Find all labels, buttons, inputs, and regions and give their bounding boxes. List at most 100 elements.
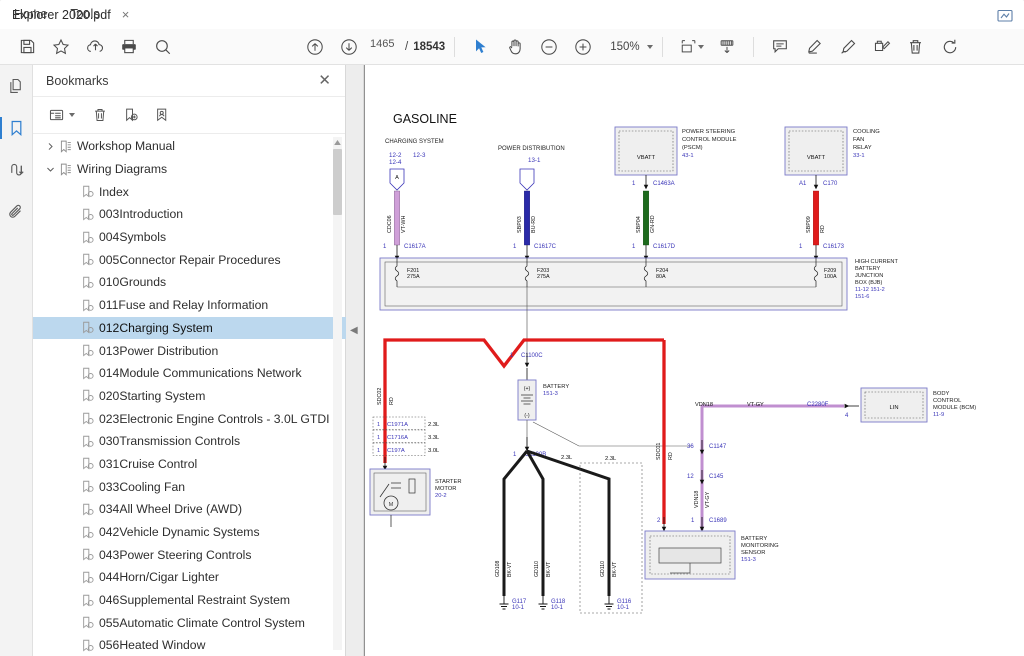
bcm-pin-label: LIN: [889, 405, 898, 411]
bookmarks-icon[interactable]: [0, 107, 33, 149]
delete-bookmark-icon[interactable]: [86, 102, 114, 128]
hand-tool[interactable]: [498, 32, 532, 62]
chevron-right-icon[interactable]: [43, 139, 57, 153]
bookmark-page-icon: [79, 389, 96, 402]
bookmark-item[interactable]: 013Power Distribution: [33, 339, 346, 362]
cooling-ref: 33-1: [853, 153, 865, 159]
bookmarks-panel-header: Bookmarks ✕: [33, 65, 345, 97]
connector-c1463a: C1463A: [653, 181, 675, 187]
bookmark-item[interactable]: 010Grounds: [33, 271, 346, 294]
page-number-input[interactable]: 1465: [370, 38, 400, 56]
bookmark-page-icon: [79, 208, 96, 221]
attachments-icon[interactable]: [0, 191, 33, 233]
zoom-level-selector[interactable]: 150%: [610, 41, 652, 53]
wire-sbp09-circuit: SBP09: [806, 216, 812, 233]
zoom-search-icon[interactable]: [146, 32, 180, 62]
zoom-out-button[interactable]: [532, 32, 566, 62]
twisty-spacer: [65, 321, 79, 335]
bms-ref: 151-3: [741, 557, 756, 563]
bookmark-item[interactable]: 056Heated Window: [33, 634, 346, 656]
page-down-icon[interactable]: [710, 32, 744, 62]
power-distribution-marker: [520, 169, 534, 190]
bookmark-item[interactable]: 031Cruise Control: [33, 453, 346, 476]
battery-positive-terminal: (+): [524, 386, 531, 392]
chevron-down-icon[interactable]: [647, 45, 653, 49]
document-viewer[interactable]: ◀ GASOLINE CHARGING SYSTEM 12-2 12-3 12-…: [346, 65, 1024, 656]
bookmark-page-icon: [79, 321, 96, 334]
bms-label-3: SENSOR: [741, 550, 765, 556]
twisty-spacer: [65, 412, 79, 426]
bookmark-item[interactable]: 014Module Communications Network: [33, 362, 346, 385]
twisty-spacer: [65, 525, 79, 539]
ground-g117-ref: 10-1: [512, 605, 525, 611]
ground-g116-circuit: GD110: [600, 561, 606, 577]
bookmarks-list[interactable]: Workshop Manual Wiring DiagramsIndex003In…: [33, 135, 346, 656]
zoom-in-button[interactable]: [566, 32, 600, 62]
chevron-down-icon[interactable]: [69, 113, 75, 117]
print-icon[interactable]: [112, 32, 146, 62]
bookmark-item[interactable]: 034All Wheel Drive (AWD): [33, 498, 346, 521]
close-icon[interactable]: ×: [119, 6, 133, 23]
bookmark-item[interactable]: 012Charging System: [33, 317, 346, 340]
tab-document[interactable]: Explorer 2020.pdf ×: [0, 0, 1024, 29]
comment-icon[interactable]: [763, 32, 797, 62]
bookmark-label: 044Horn/Cigar Lighter: [96, 570, 219, 584]
panel-collapse-gutter[interactable]: ◀: [346, 65, 364, 656]
bookmark-item[interactable]: 011Fuse and Relay Information: [33, 294, 346, 317]
charging-ref-1: 12-2: [389, 152, 402, 159]
bookmark-item[interactable]: 043Power Steering Controls: [33, 543, 346, 566]
bookmark-item[interactable]: 046Supplemental Restraint System: [33, 589, 346, 612]
tab-tools[interactable]: Tools: [56, 0, 114, 29]
bookmark-item[interactable]: 055Automatic Climate Control System: [33, 611, 346, 634]
bookmark-label: 046Supplemental Restraint System: [96, 593, 290, 607]
select-cursor-tool[interactable]: [464, 32, 498, 62]
bookmark-item[interactable]: 020Starting System: [33, 385, 346, 408]
close-icon[interactable]: ✕: [314, 71, 335, 90]
bjb-label-3: JUNCTION: [855, 273, 883, 279]
connector-c1716a: C1716A: [387, 435, 408, 441]
add-bookmark-icon[interactable]: [117, 102, 145, 128]
rotate-icon[interactable]: [933, 32, 967, 62]
signature-icon[interactable]: [0, 149, 33, 191]
tab-home[interactable]: Home: [0, 0, 56, 29]
draw-icon[interactable]: [831, 32, 865, 62]
bookmark-item[interactable]: Workshop Manual: [33, 135, 346, 158]
delete-icon[interactable]: [899, 32, 933, 62]
fuse-f201-rating: 275A: [407, 274, 420, 280]
collapse-panel-icon[interactable]: ◀: [350, 325, 358, 336]
bookmark-item[interactable]: 004Symbols: [33, 226, 346, 249]
fit-page-chevron-icon[interactable]: [698, 45, 704, 49]
star-icon[interactable]: [44, 32, 78, 62]
bookmark-item[interactable]: 030Transmission Controls: [33, 430, 346, 453]
bookmark-item[interactable]: 044Horn/Cigar Lighter: [33, 566, 346, 589]
bookmark-item[interactable]: 042Vehicle Dynamic Systems: [33, 521, 346, 544]
bookmark-label: 034All Wheel Drive (AWD): [96, 502, 242, 516]
bookmark-item[interactable]: 003Introduction: [33, 203, 346, 226]
highlight-icon[interactable]: [797, 32, 831, 62]
ground-g117-color: BK-VT: [507, 561, 513, 577]
charging-ref-2: 12-3: [413, 152, 426, 159]
bookmarks-scrollbar[interactable]: [333, 137, 342, 650]
bookmark-page-icon: [79, 548, 96, 561]
bookmark-page-icon: [79, 616, 96, 629]
list-options-icon[interactable]: [43, 102, 71, 128]
scroll-up-icon[interactable]: [333, 137, 342, 148]
save-icon[interactable]: [10, 32, 44, 62]
bookmark-item[interactable]: Wiring Diagrams: [33, 158, 346, 181]
lin-wire-color: VT-GY: [747, 402, 764, 408]
scrollbar-thumb[interactable]: [333, 149, 342, 215]
thumbnails-icon[interactable]: [0, 65, 33, 107]
edit-bookmark-icon[interactable]: [148, 102, 176, 128]
bookmark-page-icon: [79, 299, 96, 312]
chevron-down-icon[interactable]: [43, 162, 57, 176]
next-page-button[interactable]: [332, 32, 366, 62]
bookmark-item[interactable]: 005Connector Repair Procedures: [33, 248, 346, 271]
previous-page-button[interactable]: [298, 32, 332, 62]
share-window-icon[interactable]: [994, 4, 1016, 26]
bookmark-item[interactable]: Index: [33, 180, 346, 203]
upload-cloud-icon[interactable]: [78, 32, 112, 62]
bookmark-label: Workshop Manual: [74, 139, 175, 153]
stamp-icon[interactable]: [865, 32, 899, 62]
bookmark-item[interactable]: 023Electronic Engine Controls - 3.0L GTD…: [33, 407, 346, 430]
bookmark-item[interactable]: 033Cooling Fan: [33, 475, 346, 498]
